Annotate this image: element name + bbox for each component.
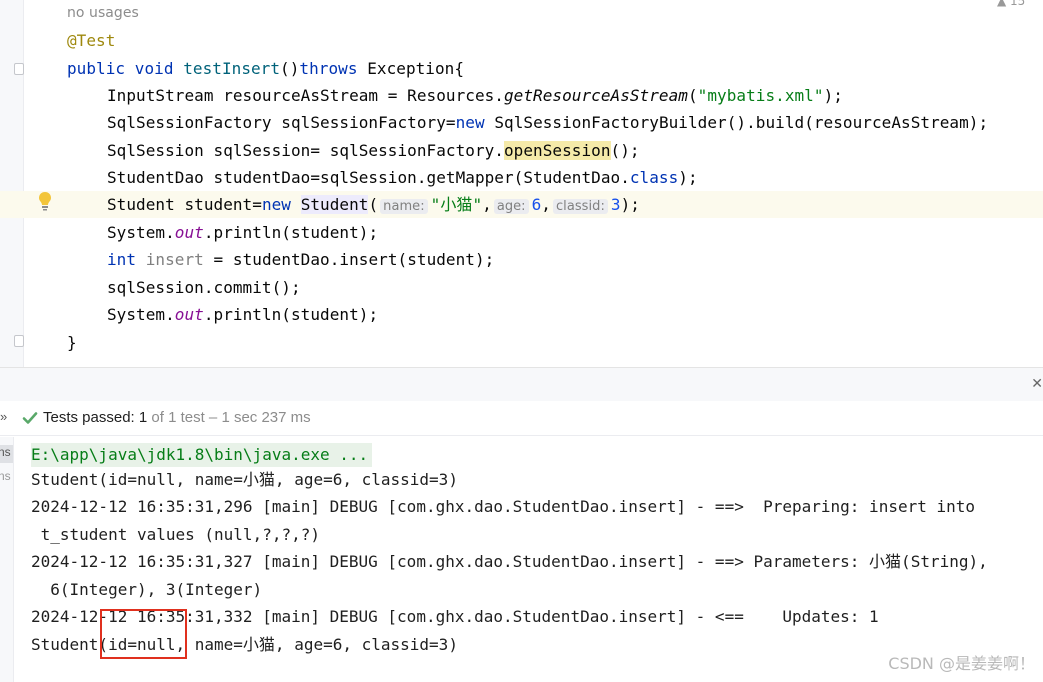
method-name: testInsert xyxy=(183,59,281,78)
l7-space xyxy=(136,250,146,269)
console-command[interactable]: E:\app\java\jdk1.8\bin\java.exe ... xyxy=(31,443,373,467)
l9-b: .println(student); xyxy=(203,305,379,324)
tests-passed-summary: Tests passed: 1 of 1 test – 1 sec 237 ms xyxy=(43,409,311,426)
code-line-8: sqlSession.commit(); xyxy=(0,274,1043,301)
expand-icon[interactable]: » xyxy=(0,409,7,424)
l5-age: 6 xyxy=(531,195,542,214)
code-line-3: SqlSession sqlSession= sqlSessionFactory… xyxy=(0,137,1043,164)
inlay-hint-age: age: xyxy=(493,199,529,214)
l1-a: InputStream resourceAsStream = Resources… xyxy=(107,86,504,105)
l5-a: Student student= xyxy=(107,195,262,214)
l5-close: ); xyxy=(620,195,640,214)
console-line: 2024-12-12 16:35:31,296 [main] DEBUG [co… xyxy=(31,497,976,516)
console-line: Student(id=null, name=小猫, age=6, classid… xyxy=(31,470,458,489)
code-line-annotation: @Test xyxy=(0,27,1043,54)
console-line: 6(Integer), 3(Integer) xyxy=(31,580,263,599)
annotation-text: @Test xyxy=(67,31,116,50)
l3-b: (); xyxy=(610,141,640,160)
sig-parens: () xyxy=(280,59,300,78)
l3-a: SqlSession sqlSession= sqlSessionFactory… xyxy=(107,141,504,160)
l2-b: SqlSessionFactoryBuilder().build(resourc… xyxy=(484,113,989,132)
inlay-hint-classid: classid: xyxy=(552,199,608,214)
usage-hint[interactable]: no usages xyxy=(67,3,139,23)
keyword-new-2: new xyxy=(261,195,291,214)
watermark: CSDN @是姜姜啊！ xyxy=(888,654,1035,673)
l5-comma-1: , xyxy=(482,195,492,214)
keyword-void: void xyxy=(134,59,174,78)
l5-space xyxy=(291,195,301,214)
closing-brace: } xyxy=(67,333,77,352)
l1-string: "mybatis.xml" xyxy=(697,86,824,105)
tests-passed-label: Tests passed: xyxy=(43,409,139,426)
code-text-8: sqlSession.commit(); xyxy=(107,278,301,297)
l4-a: StudentDao studentDao=sqlSession.getMapp… xyxy=(107,168,630,187)
code-text-6: System.out.println(student); xyxy=(107,223,378,243)
l1-b: ( xyxy=(687,86,698,105)
method-signature: public void testInsert()throws Exception… xyxy=(67,59,464,79)
left-tab-1[interactable]: ns xyxy=(0,445,13,463)
l5-comma-2: , xyxy=(541,195,551,214)
panel-splitter[interactable]: ✕ xyxy=(0,367,1043,401)
code-line-10: } xyxy=(0,329,1043,356)
code-text-7: int insert = studentDao.insert(student); xyxy=(107,250,494,270)
code-text-1: InputStream resourceAsStream = Resources… xyxy=(107,86,843,106)
code-text-4: StudentDao studentDao=sqlSession.getMapp… xyxy=(107,168,698,188)
l7-b: = studentDao.insert(student); xyxy=(203,250,495,269)
checkmark-icon xyxy=(22,412,38,424)
close-icon[interactable]: ✕ xyxy=(1031,376,1043,392)
code-text-5: Student student=new Student(name: "小猫", ag… xyxy=(107,195,640,217)
l6-out: out xyxy=(174,223,204,242)
keyword-class: class xyxy=(629,168,679,187)
tests-passed-detail: of 1 test – 1 sec 237 ms xyxy=(147,409,311,426)
code-line-4: StudentDao studentDao=sqlSession.getMapp… xyxy=(0,164,1043,191)
annotation-highlight-box xyxy=(100,609,187,659)
code-line-usages: no usages xyxy=(0,0,1043,27)
keyword-int: int xyxy=(107,250,137,269)
code-editor[interactable]: ▲ 15 no usages @Test public void testIns… xyxy=(0,0,1043,367)
console-line: Student(id=null, name=小猫, age=6, classid… xyxy=(31,635,458,654)
constructor-ref: Student xyxy=(300,195,369,214)
keyword-public: public xyxy=(67,59,126,78)
keyword-new: new xyxy=(455,113,485,132)
code-text-3: SqlSession sqlSession= sqlSessionFactory… xyxy=(107,141,640,161)
unused-variable: insert xyxy=(145,250,204,269)
code-line-1: InputStream resourceAsStream = Resources… xyxy=(0,82,1043,109)
code-line-5-current: Student student=new Student(name: "小猫", ag… xyxy=(0,191,1043,218)
run-left-strip: ns ns xyxy=(0,437,14,682)
test-status-bar: » Tests passed: 1 of 1 test – 1 sec 237 … xyxy=(0,401,1043,436)
code-text-9: System.out.println(student); xyxy=(107,305,378,325)
l9-out: out xyxy=(174,305,204,324)
l5-string: "小猫" xyxy=(430,195,483,214)
code-text-2: SqlSessionFactory sqlSessionFactory=new … xyxy=(107,113,988,133)
l9-a: System. xyxy=(107,305,175,324)
l6-b: .println(student); xyxy=(203,223,379,242)
l6-a: System. xyxy=(107,223,175,242)
l1-method: getResourceAsStream xyxy=(504,86,688,105)
code-line-6: System.out.println(student); xyxy=(0,219,1043,246)
l2-a: SqlSessionFactory sqlSessionFactory= xyxy=(107,113,456,132)
keyword-throws: throws xyxy=(299,59,358,78)
left-tab-2[interactable]: ns xyxy=(0,469,11,483)
console-line: 2024-12-12 16:35:31,327 [main] DEBUG [co… xyxy=(31,552,988,571)
lightbulb-icon[interactable] xyxy=(37,191,53,211)
l3-highlighted-method: openSession xyxy=(504,141,611,160)
l5-classid: 3 xyxy=(610,195,621,214)
console-line: t_student values (null,?,?,?) xyxy=(31,525,320,544)
l1-c: ); xyxy=(823,86,843,105)
inlay-hint-name: name: xyxy=(380,199,428,214)
code-line-2: SqlSessionFactory sqlSessionFactory=new … xyxy=(0,109,1043,136)
tests-passed-count: 1 xyxy=(138,409,148,426)
l5-open: ( xyxy=(368,195,379,214)
fold-marker-icon[interactable] xyxy=(14,63,24,75)
code-line-signature: public void testInsert()throws Exception… xyxy=(0,55,1043,82)
fold-end-marker-icon[interactable] xyxy=(14,335,24,347)
l4-b: ); xyxy=(678,168,698,187)
sig-rest: Exception{ xyxy=(357,59,465,78)
code-line-9: System.out.println(student); xyxy=(0,301,1043,328)
code-line-7: int insert = studentDao.insert(student); xyxy=(0,246,1043,273)
